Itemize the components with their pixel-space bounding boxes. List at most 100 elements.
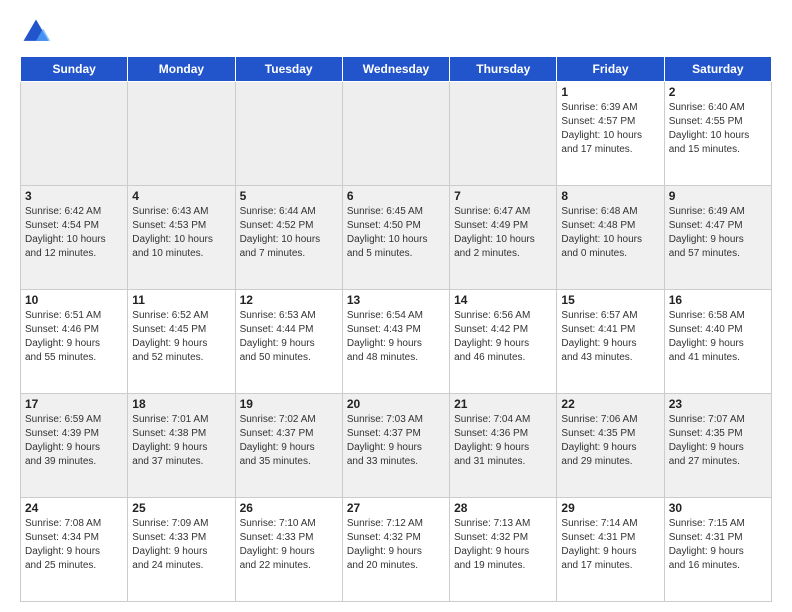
day-info: Sunrise: 7:01 AM Sunset: 4:38 PM Dayligh…: [132, 413, 230, 469]
day-info: Sunrise: 7:15 AM Sunset: 4:31 PM Dayligh…: [669, 517, 767, 573]
day-number: 30: [669, 501, 767, 515]
day-info: Sunrise: 6:45 AM Sunset: 4:50 PM Dayligh…: [347, 205, 445, 261]
day-number: 4: [132, 189, 230, 203]
calendar-cell: 17 Sunrise: 6:59 AM Sunset: 4:39 PM Dayli…: [21, 394, 128, 498]
day-info: Sunrise: 6:58 AM Sunset: 4:40 PM Dayligh…: [669, 309, 767, 365]
day-info: Sunrise: 6:44 AM Sunset: 4:52 PM Dayligh…: [240, 205, 338, 261]
day-number: 29: [561, 501, 659, 515]
calendar-table: SundayMondayTuesdayWednesdayThursdayFrid…: [20, 56, 772, 602]
weekday-header: Thursday: [450, 57, 557, 82]
calendar-cell: 27 Sunrise: 7:12 AM Sunset: 4:32 PM Dayli…: [342, 498, 449, 602]
day-number: 7: [454, 189, 552, 203]
calendar-cell: [342, 82, 449, 186]
weekday-header: Tuesday: [235, 57, 342, 82]
day-info: Sunrise: 7:12 AM Sunset: 4:32 PM Dayligh…: [347, 517, 445, 573]
day-number: 1: [561, 85, 659, 99]
calendar-cell: 1Sunrise: 6:39 AM Sunset: 4:57 PM Daylig…: [557, 82, 664, 186]
calendar-cell: 16 Sunrise: 6:58 AM Sunset: 4:40 PM Dayli…: [664, 290, 771, 394]
day-number: 11: [132, 293, 230, 307]
day-info: Sunrise: 6:52 AM Sunset: 4:45 PM Dayligh…: [132, 309, 230, 365]
weekday-header: Saturday: [664, 57, 771, 82]
calendar-week-row: 3 Sunrise: 6:42 AM Sunset: 4:54 PM Daylig…: [21, 186, 772, 290]
day-number: 9: [669, 189, 767, 203]
calendar-cell: 25Sunrise: 7:09 AM Sunset: 4:33 PM Dayli…: [128, 498, 235, 602]
calendar-cell: 23Sunrise: 7:07 AM Sunset: 4:35 PM Dayli…: [664, 394, 771, 498]
day-number: 8: [561, 189, 659, 203]
calendar-cell: 30 Sunrise: 7:15 AM Sunset: 4:31 PM Dayli…: [664, 498, 771, 602]
calendar-cell: 8 Sunrise: 6:48 AM Sunset: 4:48 PM Daylig…: [557, 186, 664, 290]
day-number: 19: [240, 397, 338, 411]
calendar-week-row: 1Sunrise: 6:39 AM Sunset: 4:57 PM Daylig…: [21, 82, 772, 186]
day-number: 5: [240, 189, 338, 203]
day-number: 27: [347, 501, 445, 515]
day-info: Sunrise: 6:40 AM Sunset: 4:55 PM Dayligh…: [669, 101, 767, 157]
day-info: Sunrise: 6:49 AM Sunset: 4:47 PM Dayligh…: [669, 205, 767, 261]
day-info: Sunrise: 6:57 AM Sunset: 4:41 PM Dayligh…: [561, 309, 659, 365]
calendar-cell: 22 Sunrise: 7:06 AM Sunset: 4:35 PM Dayli…: [557, 394, 664, 498]
day-number: 6: [347, 189, 445, 203]
page: SundayMondayTuesdayWednesdayThursdayFrid…: [0, 0, 792, 612]
weekday-header: Sunday: [21, 57, 128, 82]
day-info: Sunrise: 6:53 AM Sunset: 4:44 PM Dayligh…: [240, 309, 338, 365]
day-number: 26: [240, 501, 338, 515]
day-info: Sunrise: 7:07 AM Sunset: 4:35 PM Dayligh…: [669, 413, 767, 469]
calendar-week-row: 17 Sunrise: 6:59 AM Sunset: 4:39 PM Dayli…: [21, 394, 772, 498]
calendar-week-row: 24Sunrise: 7:08 AM Sunset: 4:34 PM Dayli…: [21, 498, 772, 602]
day-info: Sunrise: 7:04 AM Sunset: 4:36 PM Dayligh…: [454, 413, 552, 469]
header: [20, 16, 772, 48]
day-number: 22: [561, 397, 659, 411]
day-info: Sunrise: 6:47 AM Sunset: 4:49 PM Dayligh…: [454, 205, 552, 261]
day-info: Sunrise: 7:10 AM Sunset: 4:33 PM Dayligh…: [240, 517, 338, 573]
day-number: 15: [561, 293, 659, 307]
calendar-cell: 13 Sunrise: 6:54 AM Sunset: 4:43 PM Dayli…: [342, 290, 449, 394]
calendar-cell: 20 Sunrise: 7:03 AM Sunset: 4:37 PM Dayli…: [342, 394, 449, 498]
day-number: 16: [669, 293, 767, 307]
calendar-cell: 12 Sunrise: 6:53 AM Sunset: 4:44 PM Dayli…: [235, 290, 342, 394]
day-number: 12: [240, 293, 338, 307]
day-info: Sunrise: 7:14 AM Sunset: 4:31 PM Dayligh…: [561, 517, 659, 573]
day-info: Sunrise: 7:13 AM Sunset: 4:32 PM Dayligh…: [454, 517, 552, 573]
day-number: 18: [132, 397, 230, 411]
day-info: Sunrise: 6:56 AM Sunset: 4:42 PM Dayligh…: [454, 309, 552, 365]
calendar-cell: 4Sunrise: 6:43 AM Sunset: 4:53 PM Daylig…: [128, 186, 235, 290]
day-number: 21: [454, 397, 552, 411]
day-info: Sunrise: 6:42 AM Sunset: 4:54 PM Dayligh…: [25, 205, 123, 261]
calendar-cell: 11 Sunrise: 6:52 AM Sunset: 4:45 PM Dayli…: [128, 290, 235, 394]
day-info: Sunrise: 7:06 AM Sunset: 4:35 PM Dayligh…: [561, 413, 659, 469]
calendar-cell: 21 Sunrise: 7:04 AM Sunset: 4:36 PM Dayli…: [450, 394, 557, 498]
weekday-header: Friday: [557, 57, 664, 82]
day-info: Sunrise: 6:59 AM Sunset: 4:39 PM Dayligh…: [25, 413, 123, 469]
calendar-cell: 3 Sunrise: 6:42 AM Sunset: 4:54 PM Daylig…: [21, 186, 128, 290]
day-info: Sunrise: 7:03 AM Sunset: 4:37 PM Dayligh…: [347, 413, 445, 469]
day-info: Sunrise: 6:51 AM Sunset: 4:46 PM Dayligh…: [25, 309, 123, 365]
calendar-cell: 29 Sunrise: 7:14 AM Sunset: 4:31 PM Dayli…: [557, 498, 664, 602]
calendar-cell: [450, 82, 557, 186]
day-info: Sunrise: 6:54 AM Sunset: 4:43 PM Dayligh…: [347, 309, 445, 365]
day-number: 13: [347, 293, 445, 307]
calendar-cell: [128, 82, 235, 186]
logo-icon: [20, 16, 52, 48]
weekday-header: Monday: [128, 57, 235, 82]
day-info: Sunrise: 7:02 AM Sunset: 4:37 PM Dayligh…: [240, 413, 338, 469]
calendar-cell: 28Sunrise: 7:13 AM Sunset: 4:32 PM Dayli…: [450, 498, 557, 602]
day-number: 10: [25, 293, 123, 307]
calendar-cell: 7 Sunrise: 6:47 AM Sunset: 4:49 PM Daylig…: [450, 186, 557, 290]
calendar-cell: 15 Sunrise: 6:57 AM Sunset: 4:41 PM Dayli…: [557, 290, 664, 394]
calendar-cell: 5 Sunrise: 6:44 AM Sunset: 4:52 PM Daylig…: [235, 186, 342, 290]
day-number: 20: [347, 397, 445, 411]
calendar-cell: 19 Sunrise: 7:02 AM Sunset: 4:37 PM Dayli…: [235, 394, 342, 498]
logo: [20, 16, 56, 48]
calendar-cell: 24Sunrise: 7:08 AM Sunset: 4:34 PM Dayli…: [21, 498, 128, 602]
calendar-cell: 18 Sunrise: 7:01 AM Sunset: 4:38 PM Dayli…: [128, 394, 235, 498]
day-info: Sunrise: 7:08 AM Sunset: 4:34 PM Dayligh…: [25, 517, 123, 573]
day-number: 3: [25, 189, 123, 203]
calendar-cell: 14Sunrise: 6:56 AM Sunset: 4:42 PM Dayli…: [450, 290, 557, 394]
calendar-cell: 2Sunrise: 6:40 AM Sunset: 4:55 PM Daylig…: [664, 82, 771, 186]
weekday-header: Wednesday: [342, 57, 449, 82]
calendar-header-row: SundayMondayTuesdayWednesdayThursdayFrid…: [21, 57, 772, 82]
calendar-cell: 26 Sunrise: 7:10 AM Sunset: 4:33 PM Dayli…: [235, 498, 342, 602]
day-info: Sunrise: 7:09 AM Sunset: 4:33 PM Dayligh…: [132, 517, 230, 573]
calendar-cell: [21, 82, 128, 186]
day-number: 17: [25, 397, 123, 411]
day-info: Sunrise: 6:48 AM Sunset: 4:48 PM Dayligh…: [561, 205, 659, 261]
